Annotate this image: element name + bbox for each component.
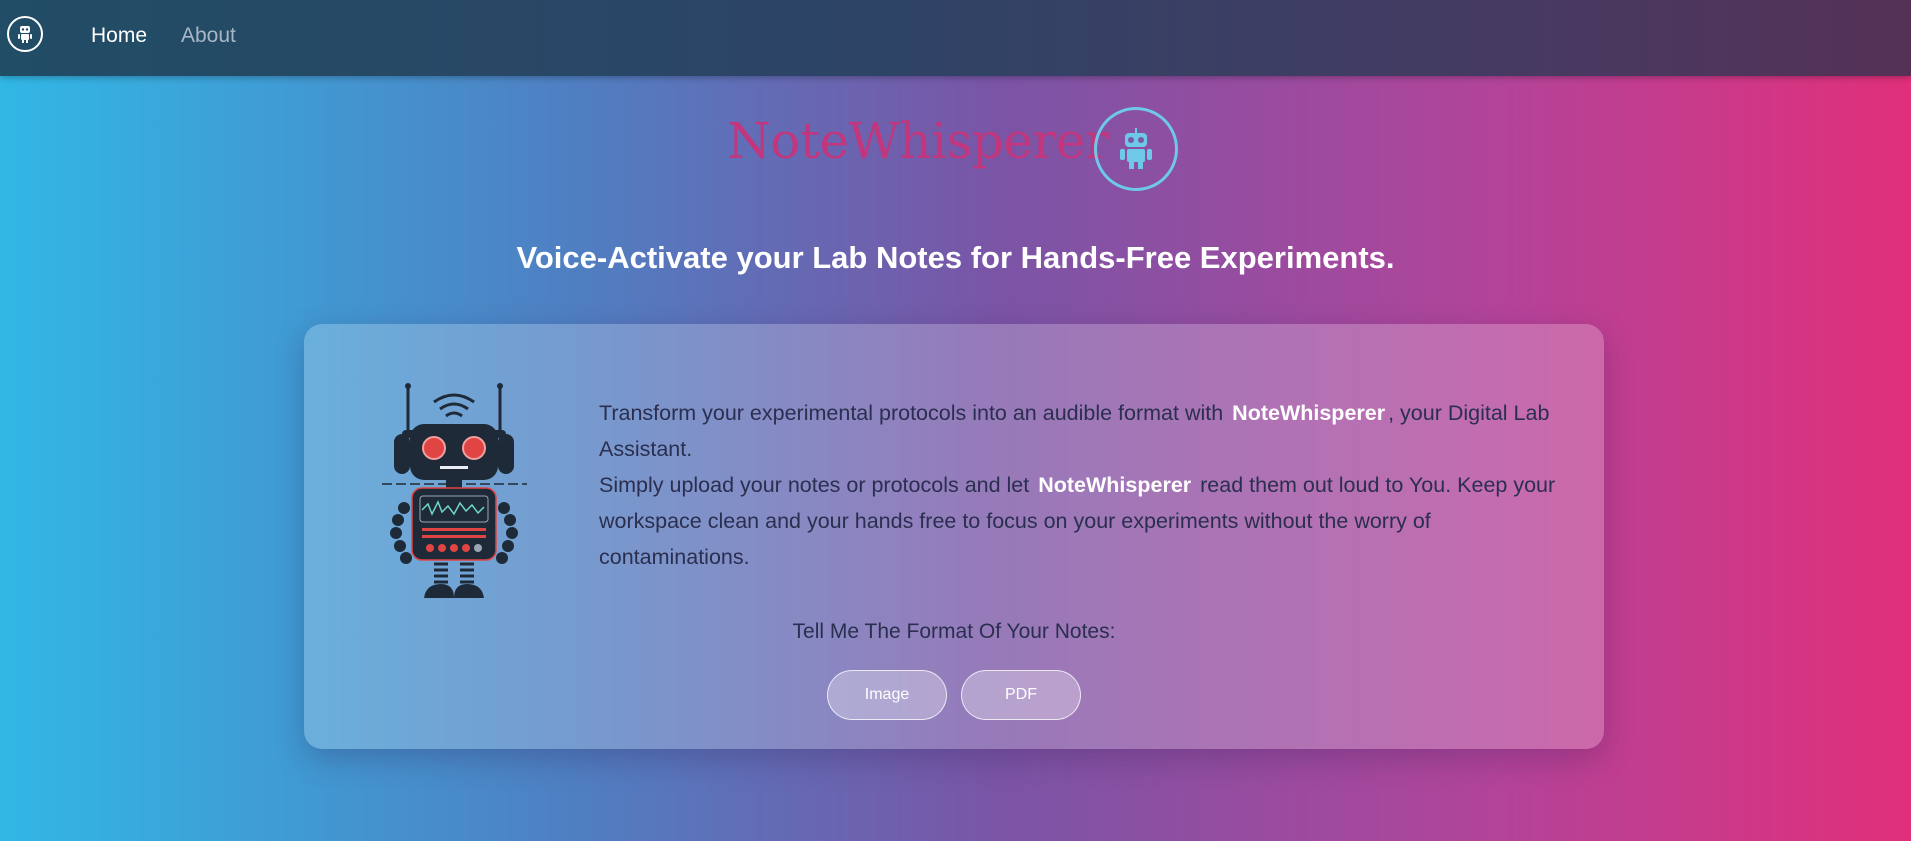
robot-icon <box>18 26 32 43</box>
intro-card: Transform your experimental protocols in… <box>304 324 1604 749</box>
brand-mention: NoteWhisperer <box>1038 473 1192 497</box>
brand-title: NoteWhisperer <box>727 112 1109 170</box>
navbar: Home About <box>0 0 1911 76</box>
format-prompt: Tell Me The Format Of Your Notes: <box>792 620 1116 643</box>
intro-text-1: Transform your experimental protocols in… <box>599 401 1224 425</box>
para-text-1: Simply upload your notes or protocols an… <box>599 473 1030 497</box>
pdf-format-button[interactable]: PDF <box>961 670 1081 720</box>
nav-logo[interactable] <box>7 16 43 52</box>
brand-mention: NoteWhisperer <box>1232 401 1386 425</box>
nav-home-link[interactable]: Home <box>91 24 147 48</box>
brand-logo <box>1094 107 1178 191</box>
nav-about-link[interactable]: About <box>181 24 236 48</box>
robot-illustration <box>382 383 527 598</box>
intro-description: Transform your experimental protocols in… <box>599 395 1574 575</box>
tagline: Voice-Activate your Lab Notes for Hands-… <box>516 240 1395 275</box>
robot-icon <box>1120 128 1152 169</box>
image-format-button[interactable]: Image <box>827 670 947 720</box>
